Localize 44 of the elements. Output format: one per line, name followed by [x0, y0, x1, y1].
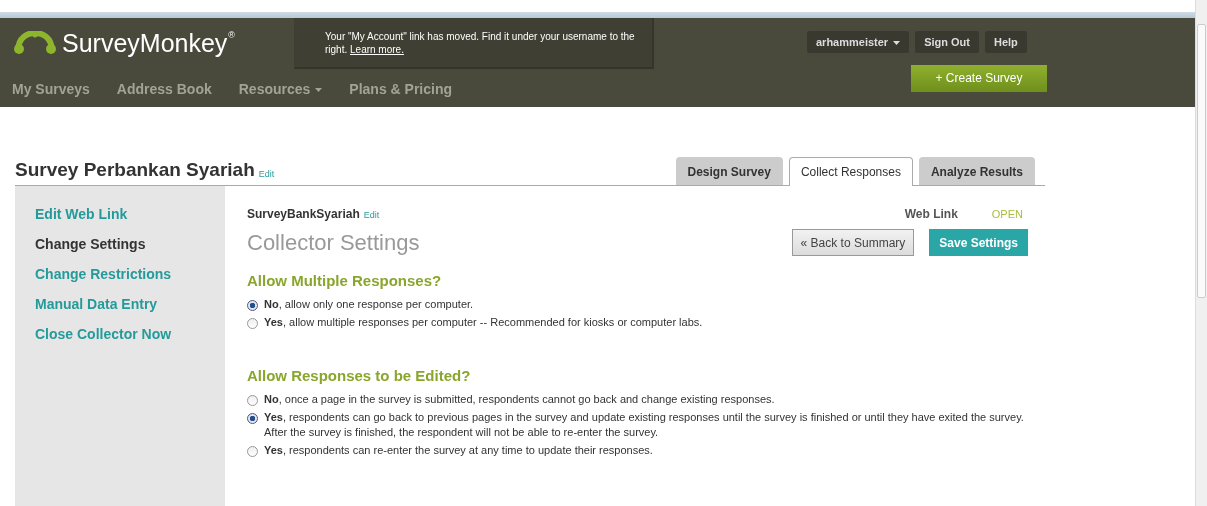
option-label: Yes, respondents can go back to previous pages in the survey and update existing responses until the survey is finished or until they have exited the survey. After the survey is finished, the respondent will not be able to re-enter the survey.	[264, 410, 1024, 440]
radio-button[interactable]	[247, 413, 258, 424]
header-button[interactable]: Help	[985, 31, 1027, 53]
learn-more-link[interactable]: Learn more.	[350, 44, 404, 55]
survey-title: Survey Perbankan Syariah	[15, 159, 255, 182]
option-label: No, allow only one response per computer.	[264, 297, 475, 312]
notice-text: Your "My Account" link has moved. Find it under your username to the right. Learn more.	[325, 31, 635, 55]
nav-link[interactable]: Address Book	[116, 81, 212, 97]
sidebar-link[interactable]: Edit Web Link	[35, 205, 225, 223]
nav-link[interactable]: Plans & Pricing	[349, 81, 453, 97]
edit-link[interactable]: Edit	[258, 169, 275, 185]
sidebar-link[interactable]: Manual Data Entry	[35, 295, 225, 313]
user-menu-button[interactable]: arhammeister	[807, 31, 910, 53]
sidebar-link[interactable]: Close Collector Now	[35, 325, 225, 343]
header-button[interactable]: Sign Out	[915, 31, 979, 53]
collector-type: Web Link	[904, 207, 958, 221]
collector-status: OPEN	[991, 208, 1023, 220]
caret-icon	[315, 88, 323, 93]
edit-link[interactable]: Edit	[363, 210, 380, 220]
page-heading: Collector Settings	[247, 229, 420, 256]
tab[interactable]: Design Survey	[675, 157, 783, 185]
option-label: Yes, respondents can re-enter the survey at any time to update their responses.	[264, 443, 654, 458]
section-heading: Allow Responses to be Edited?	[247, 367, 472, 384]
scrollbar-thumb[interactable]	[1197, 24, 1206, 298]
tab[interactable]: Analyze Results	[918, 157, 1035, 185]
sidebar-link[interactable]: Change Settings	[35, 235, 225, 253]
collector-name: SurveyBankSyariah	[247, 207, 360, 221]
save-button[interactable]: Save Settings	[929, 229, 1028, 256]
radio-button[interactable]	[247, 318, 258, 329]
section-heading: Allow Multiple Responses?	[247, 272, 443, 289]
radio-button[interactable]	[247, 395, 258, 406]
option-label: No, once a page in the survey is submitted, respondents cannot go back and change existing responses.	[264, 392, 776, 407]
create-survey-button[interactable]: + Create Survey	[911, 64, 1047, 92]
radio-button[interactable]	[247, 300, 258, 311]
nav-link[interactable]: My Surveys	[12, 81, 90, 97]
back-button[interactable]: « Back to Summary	[791, 229, 915, 256]
sidebar-link[interactable]: Change Restrictions	[35, 265, 225, 283]
caret-icon	[893, 41, 901, 46]
logo-text[interactable]: SurveyMonkey®	[62, 28, 235, 58]
radio-button[interactable]	[247, 446, 258, 457]
logo-icon	[14, 31, 56, 55]
tab[interactable]: Collect Responses	[788, 157, 913, 186]
option-label: Yes, allow multiple responses per computer -- Recommended for kiosks or computer labs.	[264, 315, 704, 330]
nav-link[interactable]: Resources	[238, 81, 323, 97]
